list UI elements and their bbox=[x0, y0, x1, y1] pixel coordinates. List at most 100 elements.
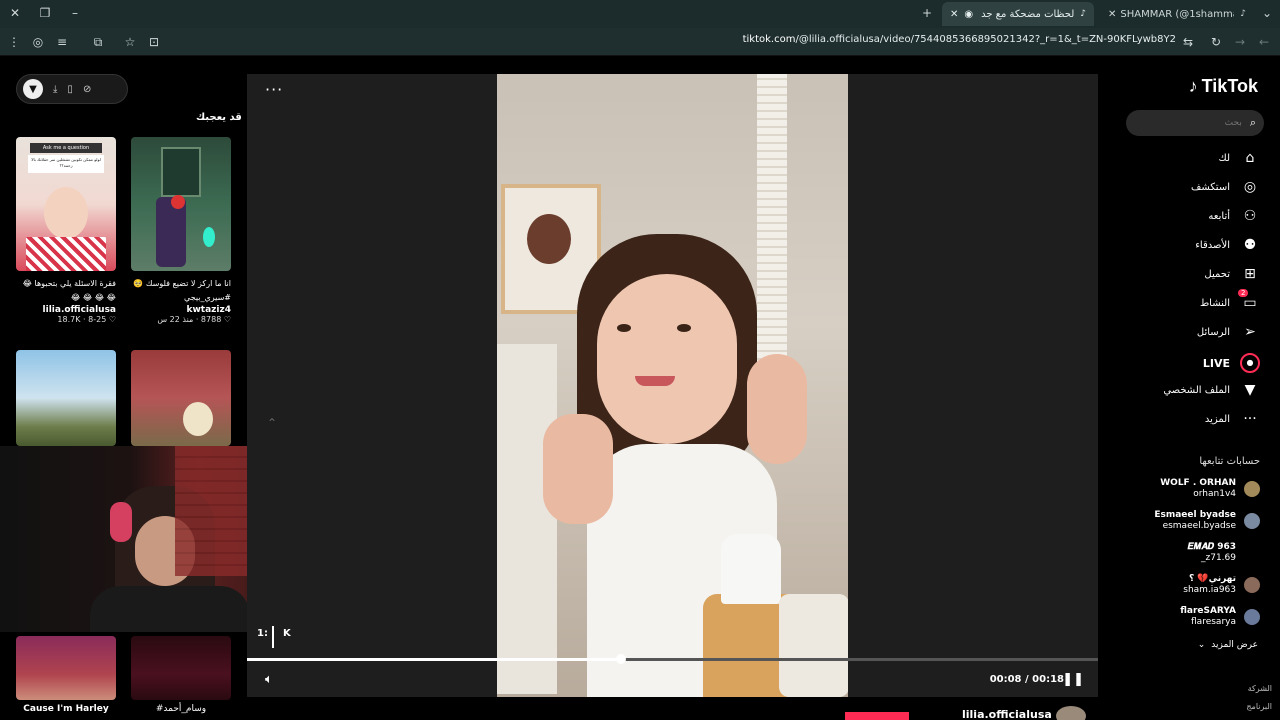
sidebar-item-for-you[interactable]: ⌂ لك bbox=[1219, 150, 1260, 166]
search-icon[interactable]: ⌕ bbox=[1250, 116, 1256, 130]
tiktok-logo[interactable]: ♪ TikTok bbox=[1189, 76, 1258, 97]
address-bar: ⋮ ◎ ≡ ⧉ ☆ ⊡ tiktok.com/@lilia.officialus… bbox=[0, 28, 1280, 56]
recommended-card[interactable]: Cause I'm Harley bbox=[16, 636, 116, 714]
sidebar-item-messages[interactable]: ➢ الرسائل bbox=[1197, 324, 1260, 340]
download-icon[interactable]: ⤓ bbox=[53, 84, 57, 95]
extensions-icon[interactable]: ⧉ bbox=[92, 35, 104, 50]
search-box[interactable]: ⌕ bbox=[1126, 110, 1264, 136]
video-tools-pill: ▼ ⤓ ▯ ⊘ bbox=[16, 74, 128, 104]
video-player[interactable]: ··· ⌃ 1: K 🔈︎ 00:08 / 00:18 ❚❚ bbox=[247, 74, 1098, 697]
card-username[interactable]: kwtaziz4 bbox=[131, 305, 232, 315]
home-icon: ⌂ bbox=[1245, 150, 1255, 166]
see-more-link[interactable]: عرض المزيد ⌄ bbox=[1198, 640, 1258, 650]
timecode: 00:08 / 00:18 bbox=[989, 674, 1064, 685]
avatar bbox=[1244, 545, 1260, 561]
user-follow-icon: ⚇ bbox=[1243, 208, 1257, 224]
nav-label: أتابعه bbox=[1208, 210, 1230, 222]
scroll-up-icon[interactable]: ⌃ bbox=[267, 416, 277, 430]
browser-tab-bar: ✕ ❐ – + ♪ لحظات مضحكة مع جد لولو ي ◉ ✕ ♪… bbox=[0, 0, 1280, 28]
following-accounts-title: حسابات تتابعها bbox=[1199, 456, 1260, 467]
author-avatar[interactable] bbox=[1056, 706, 1086, 720]
author-name[interactable]: lilia.officialusa bbox=[962, 708, 1052, 720]
sidebar-item-activity[interactable]: ▭ 2 النشاط bbox=[1199, 289, 1260, 311]
restore-window-icon[interactable]: ❐ bbox=[38, 6, 52, 20]
recommended-card[interactable]: انا ما اركز لا تضيع فلوسك 🥺 #سيري_بيجي k… bbox=[131, 137, 231, 324]
overlay-text: 1: bbox=[257, 628, 268, 639]
followed-account[interactable]: 𝑬𝑴𝑨𝑫 963 _z71.69 bbox=[1187, 542, 1260, 564]
tiktok-note-icon: ♪ bbox=[1188, 76, 1198, 96]
followed-account[interactable]: flareSARYA flaresarya bbox=[1180, 606, 1260, 628]
video-thumbnail[interactable] bbox=[16, 636, 116, 700]
tab-title: لحظات مضحكة مع جد لولو ي bbox=[979, 8, 1075, 20]
question-label: لولو ممكن تكونين تشتغلين سر حفلاتك بالا … bbox=[28, 155, 104, 173]
mobile-icon[interactable]: ▯ bbox=[67, 84, 73, 95]
forward-icon[interactable]: → bbox=[1234, 35, 1246, 49]
sidebar-item-following[interactable]: ⚇ أتابعه bbox=[1208, 208, 1260, 224]
sidebar-item-friends[interactable]: ⚉ الأصدقاء bbox=[1195, 237, 1260, 253]
video-thumbnail[interactable] bbox=[131, 137, 231, 271]
activity-icon: ▭ 2 bbox=[1238, 289, 1260, 311]
footer-program[interactable]: البرنامج bbox=[1246, 702, 1272, 711]
account-name: WOLF . ORHAN bbox=[1160, 478, 1236, 488]
volume-icon[interactable]: 🔈︎ bbox=[265, 672, 273, 687]
url-text[interactable]: tiktok.com/@lilia.officialusa/video/7544… bbox=[743, 34, 1176, 45]
sidebar-item-live[interactable]: ● LIVE bbox=[1203, 353, 1260, 373]
account-name: 𝑬𝑴𝑨𝑫 963 bbox=[1187, 542, 1236, 552]
bookmark-star-icon[interactable]: ☆ bbox=[124, 35, 136, 49]
recommended-card[interactable] bbox=[131, 350, 231, 446]
tab-search-icon[interactable]: ⌄ bbox=[1260, 6, 1274, 20]
text-cursor bbox=[272, 626, 274, 648]
minimize-window-icon[interactable]: – bbox=[68, 6, 82, 20]
tab-shammar[interactable]: ♪ SHAMMAR (@1shammar2) | Tik ✕ bbox=[1100, 2, 1254, 26]
nav-label: الرسائل bbox=[1196, 326, 1230, 338]
followed-account[interactable]: تهرني💔 ؟ sham.ia963 bbox=[1183, 574, 1260, 596]
tab-close-icon[interactable]: ✕ bbox=[1108, 9, 1116, 20]
tab-close-icon[interactable]: ✕ bbox=[950, 9, 958, 20]
audio-icon[interactable]: ◉ bbox=[964, 9, 973, 20]
video-frame[interactable] bbox=[497, 74, 848, 697]
card-username[interactable]: lilia.officialusa bbox=[16, 305, 116, 315]
followed-account[interactable]: Esmaeel byadse esmaeel.byadse bbox=[1154, 510, 1260, 532]
card-stats: ♡ 18.7K · 8-25 bbox=[57, 315, 116, 324]
profile-icon[interactable]: ◎ bbox=[32, 35, 44, 49]
reading-list-icon[interactable]: ≡ bbox=[56, 35, 68, 49]
video-thumbnail[interactable]: Ask me a question لولو ممكن تكونين تشتغل… bbox=[16, 137, 116, 271]
close-window-icon[interactable]: ✕ bbox=[8, 6, 22, 20]
video-thumbnail[interactable] bbox=[16, 350, 116, 446]
account-handle: esmaeel.byadse bbox=[1162, 521, 1236, 531]
recommended-title: قد يعجبك bbox=[196, 112, 242, 123]
progress-bar[interactable] bbox=[247, 654, 1098, 664]
menu-dots-icon[interactable]: ⋮ bbox=[8, 35, 20, 49]
more-options-icon[interactable]: ··· bbox=[265, 80, 283, 99]
sidebar-item-more[interactable]: ··· المزيد bbox=[1205, 411, 1260, 427]
back-icon[interactable]: ← bbox=[1258, 35, 1270, 49]
site-settings-icon[interactable]: ⇆ bbox=[1182, 35, 1194, 49]
app-logo-icon[interactable]: ▼ bbox=[23, 79, 43, 99]
friends-icon: ⚉ bbox=[1243, 237, 1257, 253]
screenshot-icon[interactable]: ⊡ bbox=[148, 35, 160, 49]
recommended-card[interactable] bbox=[16, 350, 116, 446]
recommended-card[interactable]: #وسام_أحمد bbox=[131, 636, 231, 714]
footer-company[interactable]: الشركة bbox=[1248, 684, 1272, 693]
recommended-card[interactable]: Ask me a question لولو ممكن تكونين تشتغل… bbox=[16, 137, 116, 324]
compass-icon[interactable]: ⊘ bbox=[83, 84, 91, 95]
search-input[interactable] bbox=[1141, 118, 1242, 128]
nav-label: المزيد bbox=[1204, 413, 1230, 425]
see-more-label: عرض المزيد bbox=[1211, 640, 1258, 650]
follow-button[interactable] bbox=[845, 712, 909, 720]
nav-label: تحميل bbox=[1204, 268, 1230, 280]
pause-icon[interactable]: ❚❚ bbox=[1062, 672, 1084, 687]
video-thumbnail[interactable] bbox=[131, 636, 231, 700]
nav-label: الملف الشخصي bbox=[1163, 384, 1230, 396]
account-name: Esmaeel byadse bbox=[1154, 510, 1236, 520]
tab-video[interactable]: ♪ لحظات مضحكة مع جد لولو ي ◉ ✕ bbox=[942, 2, 1094, 26]
sidebar-item-explore[interactable]: ◎ استكشف bbox=[1191, 179, 1260, 195]
sidebar-item-profile[interactable]: ▼ الملف الشخصي bbox=[1163, 382, 1260, 398]
sidebar-item-upload[interactable]: ⊞ تحميل bbox=[1204, 266, 1260, 282]
nav-label: النشاط bbox=[1199, 297, 1230, 309]
activity-badge: 2 bbox=[1238, 289, 1249, 297]
video-thumbnail[interactable] bbox=[131, 350, 231, 446]
followed-account[interactable]: WOLF . ORHAN orhan1v4 bbox=[1160, 478, 1260, 500]
reload-icon[interactable]: ↻ bbox=[1210, 35, 1222, 49]
new-tab-icon[interactable]: + bbox=[920, 6, 934, 20]
